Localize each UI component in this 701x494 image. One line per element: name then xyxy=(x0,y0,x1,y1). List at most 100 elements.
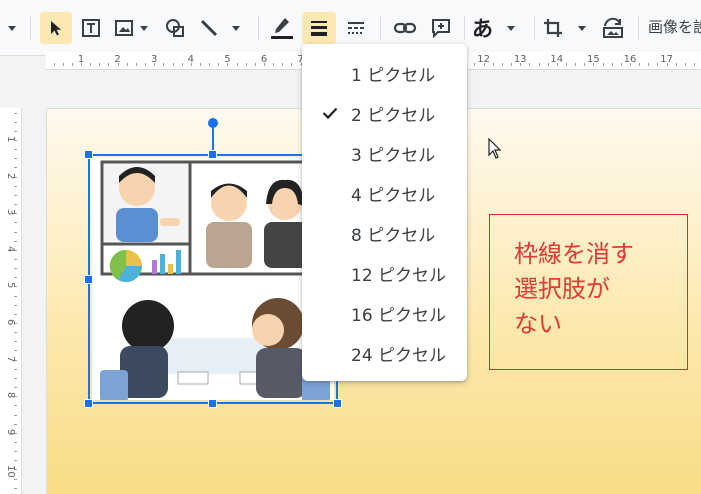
add-comment-icon xyxy=(432,19,450,39)
menu-item-label: 8 ピクセル xyxy=(351,225,436,246)
menu-item-label: 4 ピクセル xyxy=(351,185,436,206)
resize-handle-bottom[interactable] xyxy=(208,399,217,408)
menu-item-3px[interactable]: 3 ピクセル xyxy=(302,133,467,173)
ruler-tick xyxy=(511,63,513,66)
ruler-tick xyxy=(254,63,256,66)
image-options-button[interactable]: 画像を設 xyxy=(648,16,701,37)
ruler-tick xyxy=(53,63,55,66)
note-text-box[interactable]: 枠線を消す 選択肢が ない xyxy=(489,214,688,370)
replace-image-button[interactable] xyxy=(598,12,628,44)
ruler-tick xyxy=(218,63,220,66)
selected-image[interactable] xyxy=(88,154,338,404)
crop-caret-icon xyxy=(578,25,586,31)
crop-button[interactable] xyxy=(542,12,590,44)
toolbar-separator xyxy=(534,16,535,40)
ruler-label: 15 xyxy=(587,54,600,65)
image-icon xyxy=(115,20,133,36)
ruler-tick xyxy=(14,158,17,160)
text-box-icon xyxy=(82,19,100,37)
menu-item-16px[interactable]: 16 ピクセル xyxy=(302,293,467,333)
add-comment-button[interactable] xyxy=(426,12,456,44)
meeting-illustration-icon xyxy=(100,160,332,400)
ruler-tick xyxy=(14,268,17,270)
ruler-tick xyxy=(14,231,17,233)
menu-item-12px[interactable]: 12 ピクセル xyxy=(302,253,467,293)
menu-item-4px[interactable]: 4 ピクセル xyxy=(302,173,467,213)
ruler-tick xyxy=(14,423,17,425)
ruler-tick xyxy=(14,185,17,187)
border-weight-button[interactable] xyxy=(302,12,336,44)
pencil-icon xyxy=(271,18,293,39)
image-button[interactable] xyxy=(114,12,152,44)
ruler-label: 12 xyxy=(477,54,490,65)
ruler-tick xyxy=(126,63,128,66)
ruler-tick xyxy=(14,304,17,306)
ruler-tick xyxy=(492,63,494,66)
toolbar-separator xyxy=(258,16,259,40)
ruler-tick xyxy=(565,63,567,66)
ruler-tick xyxy=(291,63,293,66)
ruler-tick xyxy=(14,295,17,297)
ruler-tick xyxy=(584,63,586,66)
menu-item-24px[interactable]: 24 ピクセル xyxy=(302,333,467,373)
ruler-label: 6 xyxy=(5,319,16,326)
ruler-tick xyxy=(62,63,64,66)
ruler-tick xyxy=(657,63,659,66)
ruler-label: 1 xyxy=(77,54,85,65)
border-weight-icon xyxy=(311,21,327,36)
line-button[interactable] xyxy=(198,12,250,44)
ruler-tick xyxy=(620,63,622,66)
input-tools-caret-icon xyxy=(507,25,515,31)
ruler-label: 5 xyxy=(224,54,231,65)
ruler-tick xyxy=(575,63,577,66)
ruler-tick xyxy=(14,405,17,407)
ruler-label: 14 xyxy=(550,54,564,65)
ruler-label: 7 xyxy=(5,355,16,362)
ruler-tick xyxy=(273,63,275,66)
toolbar-separator xyxy=(380,16,381,40)
ruler-tick xyxy=(684,63,686,66)
rotation-handle[interactable] xyxy=(208,118,218,128)
menu-item-label: 2 ピクセル xyxy=(351,105,436,126)
resize-handle-top[interactable] xyxy=(208,150,217,159)
input-tools-button[interactable]: あ xyxy=(472,12,524,44)
resize-handle-top-left[interactable] xyxy=(84,150,93,159)
input-language-label: あ xyxy=(472,17,493,41)
line-caret-icon xyxy=(232,25,240,31)
ruler-tick xyxy=(282,63,284,66)
ruler-tick xyxy=(611,63,613,66)
menu-item-label: 16 ピクセル xyxy=(351,305,447,326)
ruler-tick xyxy=(14,204,17,206)
ruler-tick xyxy=(14,441,17,443)
link-icon xyxy=(393,22,417,34)
line-icon xyxy=(200,19,218,37)
ruler-tick xyxy=(639,63,641,66)
ruler-tick xyxy=(163,63,165,66)
ruler-tick xyxy=(236,63,238,66)
shape-button[interactable] xyxy=(160,12,190,44)
resize-handle-bottom-left[interactable] xyxy=(84,399,93,408)
border-dash-button[interactable] xyxy=(340,12,372,44)
menu-item-2px[interactable]: 2 ピクセル xyxy=(302,93,467,133)
resize-handle-bottom-right[interactable] xyxy=(333,399,342,408)
ruler-label: 1 xyxy=(5,136,16,143)
menu-item-1px[interactable]: 1 ピクセル xyxy=(302,53,467,93)
text-box-button[interactable] xyxy=(76,12,106,44)
ruler-tick xyxy=(245,63,247,66)
ruler-tick xyxy=(14,112,17,114)
ruler-tick xyxy=(14,350,17,352)
toolbar-separator xyxy=(638,16,639,40)
rotation-handle-line xyxy=(212,128,214,152)
ruler-tick xyxy=(199,63,201,66)
more-caret-icon[interactable] xyxy=(4,12,20,44)
menu-item-8px[interactable]: 8 ピクセル xyxy=(302,213,467,253)
menu-item-label: 3 ピクセル xyxy=(351,145,436,166)
resize-handle-left[interactable] xyxy=(84,275,93,284)
ruler-tick xyxy=(14,478,17,480)
select-arrow-button[interactable] xyxy=(40,12,72,44)
insert-link-button[interactable] xyxy=(390,12,420,44)
border-color-button[interactable] xyxy=(266,12,298,44)
ruler-label: 3 xyxy=(5,209,16,216)
ruler-tick xyxy=(14,240,17,242)
menu-item-label: 24 ピクセル xyxy=(351,345,447,366)
